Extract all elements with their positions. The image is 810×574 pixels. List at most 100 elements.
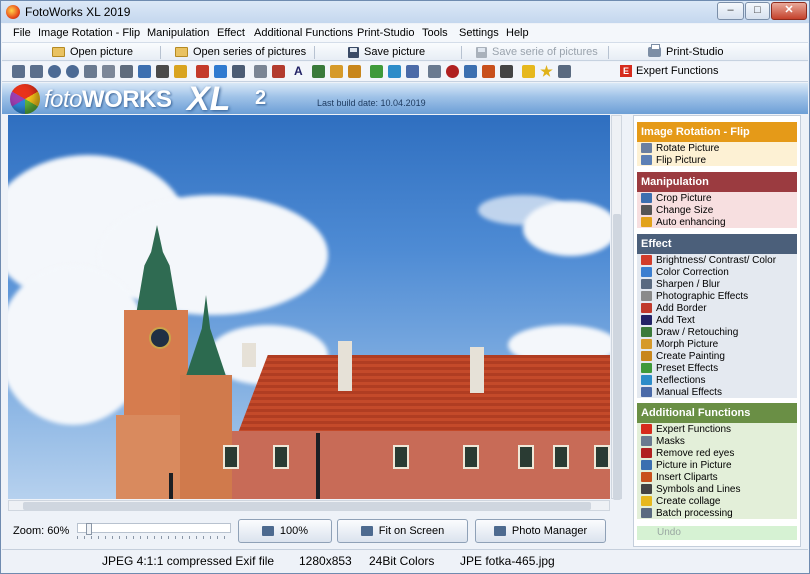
photo-manager-button[interactable]: Photo Manager bbox=[475, 519, 606, 543]
red-eye-icon[interactable] bbox=[446, 65, 459, 78]
minimize-button[interactable]: – bbox=[717, 2, 744, 20]
open-picture-button[interactable]: Open picture bbox=[52, 44, 133, 60]
rotate-cw-icon[interactable] bbox=[48, 65, 61, 78]
photo-effects-icon[interactable] bbox=[254, 65, 267, 78]
panel-item-reflections[interactable]: Reflections bbox=[637, 374, 797, 386]
panel-item-label: Remove red eyes bbox=[656, 447, 735, 459]
panel-item-flip-picture[interactable]: Flip Picture bbox=[637, 154, 797, 166]
close-button[interactable]: ✕ bbox=[771, 2, 807, 20]
magic-wand-icon[interactable] bbox=[174, 65, 187, 78]
panel-item-rotate-picture[interactable]: Rotate Picture bbox=[637, 142, 797, 154]
zoom-100-button[interactable]: 100% bbox=[238, 519, 332, 543]
folder-icon bbox=[175, 47, 188, 57]
panel-item-picture-in-picture[interactable]: Picture in Picture bbox=[637, 459, 797, 471]
rotate-ccw-icon[interactable] bbox=[66, 65, 79, 78]
panel-item-brightness[interactable]: Brightness/ Contrast/ Color bbox=[637, 254, 797, 266]
color-icon[interactable] bbox=[214, 65, 227, 78]
panel-item-draw-retouching[interactable]: Draw / Retouching bbox=[637, 326, 797, 338]
scissors-icon[interactable] bbox=[138, 65, 151, 78]
panel-item-label: Insert Cliparts bbox=[656, 471, 718, 483]
menu-file[interactable]: File bbox=[13, 27, 31, 39]
image-canvas[interactable] bbox=[8, 115, 610, 499]
morph-icon[interactable] bbox=[330, 65, 343, 78]
panel-item-expert-functions[interactable]: Expert Functions bbox=[637, 423, 797, 435]
logo-xl: XL bbox=[187, 80, 231, 118]
flip-horizontal-icon[interactable] bbox=[84, 65, 97, 78]
sharpen-icon[interactable] bbox=[232, 65, 245, 78]
symbols-icon[interactable] bbox=[500, 65, 513, 78]
section-header[interactable]: Additional Functions bbox=[637, 403, 797, 423]
menu-additional-functions[interactable]: Additional Functions bbox=[254, 27, 353, 39]
panel-item-batch-processing[interactable]: Batch processing bbox=[637, 507, 797, 519]
open-series-button[interactable]: Open series of pictures bbox=[175, 44, 306, 60]
flip-vertical-icon[interactable] bbox=[102, 65, 115, 78]
panel-item-label: Draw / Retouching bbox=[656, 326, 739, 338]
scroll-thumb[interactable] bbox=[23, 502, 591, 510]
panel-item-symbols-lines[interactable]: Symbols and Lines bbox=[637, 483, 797, 495]
rotate-left-icon[interactable] bbox=[12, 65, 25, 78]
section-header[interactable]: Image Rotation - Flip bbox=[637, 122, 797, 142]
text-icon bbox=[641, 315, 652, 325]
vertical-scrollbar[interactable] bbox=[611, 115, 622, 500]
painting-icon[interactable] bbox=[348, 65, 361, 78]
panel-item-sharpen-blur[interactable]: Sharpen / Blur bbox=[637, 278, 797, 290]
star-icon[interactable] bbox=[540, 65, 553, 77]
save-picture-button[interactable]: Save picture bbox=[348, 44, 425, 60]
manual-effects-icon[interactable] bbox=[406, 65, 419, 78]
horizontal-scrollbar[interactable] bbox=[8, 500, 610, 511]
window-pane bbox=[518, 445, 534, 469]
draw-icon[interactable] bbox=[312, 65, 325, 78]
rotate-right-icon[interactable] bbox=[30, 65, 43, 78]
panel-item-add-text[interactable]: Add Text bbox=[637, 314, 797, 326]
undo-button[interactable]: Undo bbox=[637, 526, 797, 540]
menu-tools[interactable]: Tools bbox=[422, 27, 448, 39]
menu-effect[interactable]: Effect bbox=[217, 27, 245, 39]
fit-on-screen-button[interactable]: Fit on Screen bbox=[337, 519, 468, 543]
menu-image-rotation[interactable]: Image Rotation - Flip bbox=[38, 27, 140, 39]
panel-item-crop-picture[interactable]: Crop Picture bbox=[637, 192, 797, 204]
preset-effects-icon[interactable] bbox=[370, 65, 383, 78]
panel-item-auto-enhancing[interactable]: Auto enhancing bbox=[637, 216, 797, 228]
panel-item-create-painting[interactable]: Create Painting bbox=[637, 350, 797, 362]
panel-item-manual-effects[interactable]: Manual Effects bbox=[637, 386, 797, 398]
maximize-button[interactable]: □ bbox=[745, 2, 770, 20]
panel-item-color-correction[interactable]: Color Correction bbox=[637, 266, 797, 278]
panel-item-photographic-effects[interactable]: Photographic Effects bbox=[637, 290, 797, 302]
batch-icon[interactable] bbox=[558, 65, 571, 78]
menu-help[interactable]: Help bbox=[506, 27, 529, 39]
print-studio-button[interactable]: Print-Studio bbox=[648, 44, 723, 60]
panel-item-morph-picture[interactable]: Morph Picture bbox=[637, 338, 797, 350]
menu-settings[interactable]: Settings bbox=[459, 27, 499, 39]
section-header[interactable]: Manipulation bbox=[637, 172, 797, 192]
brightness-icon[interactable] bbox=[196, 65, 209, 78]
mask-icon[interactable] bbox=[428, 65, 441, 78]
menu-print-studio[interactable]: Print-Studio bbox=[357, 27, 414, 39]
mirror-icon[interactable] bbox=[120, 65, 133, 78]
clipart-icon[interactable] bbox=[482, 65, 495, 78]
panel-item-remove-red-eyes[interactable]: Remove red eyes bbox=[637, 447, 797, 459]
picture-in-picture-icon[interactable] bbox=[464, 65, 477, 78]
expert-functions-button[interactable]: E Expert Functions bbox=[620, 65, 719, 77]
border-icon[interactable] bbox=[272, 65, 285, 78]
scroll-thumb[interactable] bbox=[613, 214, 621, 500]
menu-bar: File Image Rotation - Flip Manipulation … bbox=[2, 24, 808, 42]
panel-item-insert-cliparts[interactable]: Insert Cliparts bbox=[637, 471, 797, 483]
reflection-icon[interactable] bbox=[388, 65, 401, 78]
section-header[interactable]: Effect bbox=[637, 234, 797, 254]
crop-icon[interactable] bbox=[156, 65, 169, 78]
zoom-slider[interactable] bbox=[77, 523, 231, 535]
save-picture-label: Save picture bbox=[364, 46, 426, 58]
panel-item-preset-effects[interactable]: Preset Effects bbox=[637, 362, 797, 374]
menu-manipulation[interactable]: Manipulation bbox=[147, 27, 209, 39]
panel-item-create-collage[interactable]: Create collage bbox=[637, 495, 797, 507]
panel-item-change-size[interactable]: Change Size bbox=[637, 204, 797, 216]
panel-item-add-border[interactable]: Add Border bbox=[637, 302, 797, 314]
mask-icon bbox=[641, 436, 652, 446]
text-icon[interactable]: A bbox=[294, 65, 307, 78]
reflection-icon bbox=[641, 375, 652, 385]
panel-item-masks[interactable]: Masks bbox=[637, 435, 797, 447]
zoom-slider-thumb[interactable] bbox=[86, 523, 92, 535]
save-serie-button[interactable]: Save serie of pictures bbox=[476, 44, 598, 60]
chimney bbox=[470, 347, 484, 393]
collage-icon[interactable] bbox=[522, 65, 535, 78]
